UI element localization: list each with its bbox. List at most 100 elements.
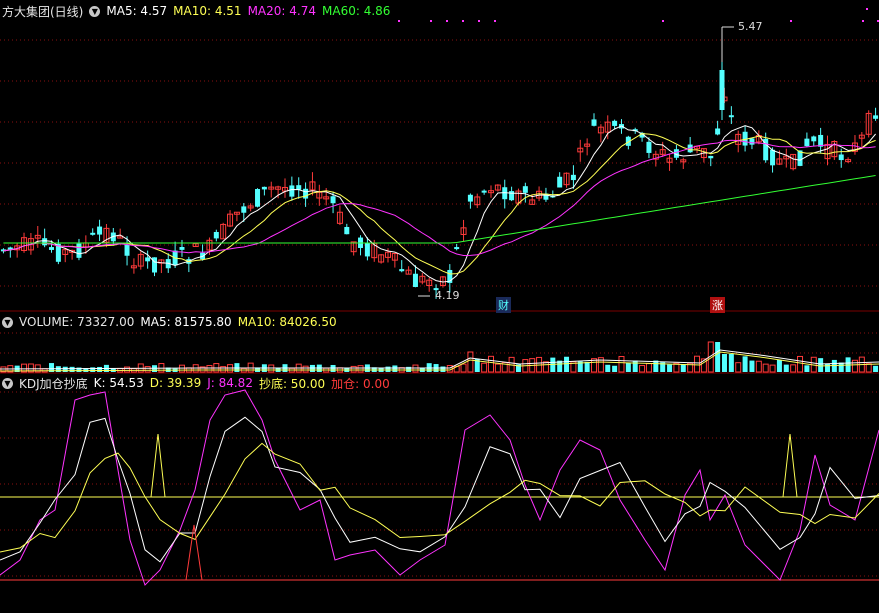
candle-body	[330, 196, 336, 204]
candle-body	[213, 231, 219, 239]
price-header: 方大集团(日线) ▼ MA5: 4.57 MA10: 4.51 MA20: 4.…	[2, 3, 396, 19]
candle-body	[838, 154, 844, 161]
candle-body	[344, 226, 350, 235]
candle-body	[454, 247, 460, 250]
volume-bar	[564, 356, 570, 372]
volume-bar	[742, 356, 748, 372]
volume-bar	[494, 363, 501, 373]
chevron-down-icon[interactable]: ▼	[2, 316, 13, 328]
volume-bar	[542, 361, 549, 373]
candle-body	[97, 226, 103, 235]
volume-bar	[584, 361, 590, 372]
ma60-line	[3, 175, 876, 244]
candle-body	[289, 185, 295, 197]
kdj-chaodi-value: 抄底: 50.00	[258, 376, 326, 391]
kdj-name: KDJ加仓抄底	[19, 376, 88, 391]
volume-bar	[639, 365, 646, 373]
kdj-signal-spike	[782, 433, 798, 498]
volume-bar	[220, 366, 227, 373]
volume-bar	[715, 342, 721, 372]
volume-ma10: MA10: 84026.50	[237, 315, 337, 329]
volume-bar	[350, 365, 357, 373]
signal-dot	[398, 20, 400, 22]
volume-bar	[783, 364, 789, 372]
limit-up-tag[interactable]: 涨	[710, 297, 725, 313]
volume-bar	[838, 362, 844, 372]
volume-bar	[667, 364, 673, 372]
volume-header: ▼ VOLUME: 73327.00 MA5: 81575.80 MA10: 8…	[2, 314, 343, 330]
candle-body	[715, 128, 721, 135]
candle-body	[296, 185, 302, 190]
volume-bar	[797, 355, 804, 373]
candle-body	[399, 269, 405, 272]
volume-bar	[440, 366, 446, 372]
volume-bar	[268, 364, 275, 373]
candle-body	[42, 238, 48, 246]
chevron-down-icon[interactable]: ▼	[2, 377, 13, 389]
candle-body	[90, 232, 96, 235]
kdj-k-line	[0, 416, 879, 563]
volume-bar	[357, 365, 364, 373]
volume-bar	[605, 364, 611, 372]
high-price-label: 5.47	[738, 20, 763, 33]
volume-bar	[645, 363, 652, 373]
volume-ma5: MA5: 81575.80	[140, 315, 232, 329]
candle-body	[770, 149, 776, 166]
ma5-value: MA5: 4.57	[106, 4, 168, 18]
candle-body	[557, 176, 563, 188]
volume-bar	[694, 355, 701, 373]
volume-bar	[865, 363, 872, 373]
candle-body	[811, 136, 817, 142]
volume-bar	[625, 362, 631, 372]
kdj-j-value: J: 84.82	[207, 376, 253, 390]
volume-bar	[851, 359, 858, 373]
signal-dot	[494, 20, 496, 22]
volume-bar	[481, 362, 488, 373]
volume-bar	[385, 366, 391, 372]
ma10-value: MA10: 4.51	[173, 4, 242, 18]
candle-body	[261, 186, 267, 190]
volume-bar	[762, 363, 769, 373]
volume-bar	[632, 360, 638, 372]
candle-body	[179, 247, 185, 250]
stock-name: 方大集团(日线)	[2, 4, 84, 19]
candle-body	[728, 115, 734, 118]
volume-bar	[69, 366, 75, 372]
kdj-header: ▼ KDJ加仓抄底 K: 54.53 D: 39.39 J: 84.82 抄底:…	[2, 375, 396, 391]
chart-canvas[interactable]	[0, 0, 879, 613]
ma60-value: MA60: 4.86	[322, 4, 391, 18]
volume-bar	[460, 363, 467, 373]
ma20-value: MA20: 4.74	[247, 4, 316, 18]
candle-body	[255, 189, 261, 207]
candle-body	[303, 188, 309, 199]
chevron-down-icon[interactable]: ▼	[89, 5, 101, 17]
candle-body	[591, 119, 597, 126]
volume-bar	[467, 351, 474, 373]
candle-body	[49, 247, 55, 250]
volume-bar	[62, 366, 68, 372]
volume-bar	[97, 366, 103, 372]
signal-dot	[790, 20, 792, 22]
volume-bar	[873, 365, 879, 372]
volume-bar	[755, 360, 762, 373]
kdj-j-line	[0, 389, 879, 586]
candle-body	[804, 138, 810, 147]
volume-bar	[144, 366, 151, 373]
signal-dot	[462, 20, 464, 22]
signal-dot	[430, 20, 432, 22]
candle-body	[412, 273, 418, 287]
signal-dot	[862, 20, 864, 22]
volume-bar	[749, 360, 755, 372]
finance-tag[interactable]: 财	[496, 297, 511, 313]
candle-body	[719, 70, 725, 110]
candle-body	[749, 138, 755, 145]
volume-bar	[392, 365, 398, 372]
signal-dot	[866, 8, 868, 10]
candle-body	[873, 115, 879, 119]
volume-bar	[721, 354, 727, 372]
signal-dot	[662, 20, 664, 22]
candle-body	[124, 244, 130, 256]
volume-bar	[769, 364, 776, 373]
volume-bar	[818, 358, 824, 372]
candle-body	[570, 174, 576, 181]
